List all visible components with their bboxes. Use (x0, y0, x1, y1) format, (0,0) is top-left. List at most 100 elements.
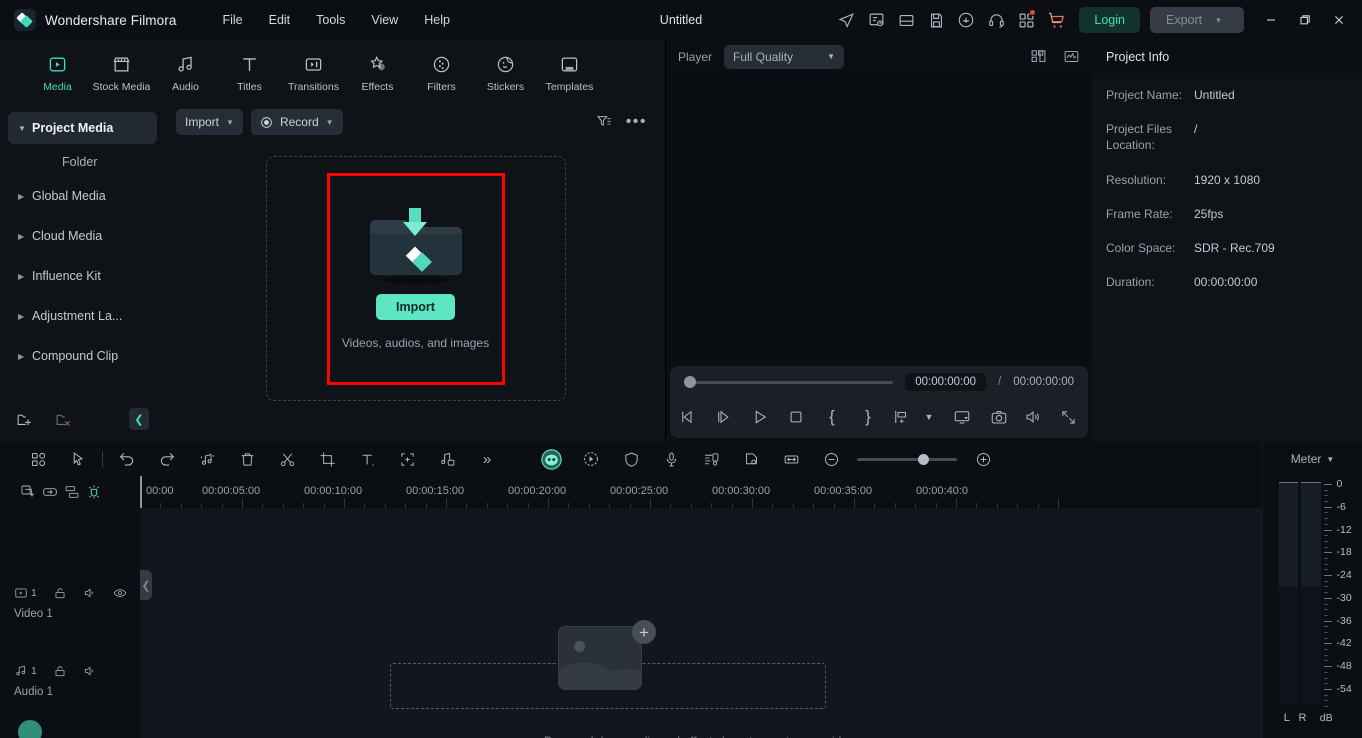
split-icon[interactable] (267, 442, 307, 476)
tree-item-adjustment-layer[interactable]: ▶ Adjustment La... (8, 300, 157, 332)
current-timecode[interactable]: 00:00:00:00 (905, 373, 987, 391)
more-chevron-icon[interactable]: » (467, 442, 507, 476)
link-icon[interactable] (42, 484, 58, 500)
tree-item-compound-clip[interactable]: ▶ Compound Clip (8, 340, 157, 372)
fit-timeline-icon[interactable] (771, 442, 811, 476)
eye-icon[interactable] (113, 586, 127, 600)
seek-handle[interactable] (684, 376, 696, 388)
export-button[interactable]: Export ▾ (1150, 7, 1244, 33)
tab-effects[interactable]: Effects (346, 50, 409, 93)
keyframe-icon[interactable] (731, 442, 771, 476)
tab-stock-media[interactable]: Stock Media (90, 50, 153, 93)
group-icon[interactable] (64, 484, 80, 500)
filter-icon[interactable] (596, 114, 612, 130)
volume-icon[interactable] (1016, 408, 1050, 426)
seek-bar[interactable] (684, 376, 894, 388)
audio-mix-icon[interactable] (427, 442, 467, 476)
quality-dropdown[interactable]: Full Quality ▼ (724, 44, 845, 69)
ai-copilot-icon[interactable] (531, 442, 571, 476)
save-icon[interactable] (921, 5, 951, 35)
menu-file[interactable]: File (210, 8, 254, 32)
collapse-panel-icon[interactable]: ❮ (129, 408, 149, 430)
mute-icon[interactable] (83, 664, 97, 678)
tree-item-global-media[interactable]: ▶ Global Media (8, 180, 157, 212)
zoom-out-icon[interactable] (811, 442, 851, 476)
speed-icon[interactable] (571, 442, 611, 476)
cart-icon[interactable] (1041, 5, 1071, 35)
tree-item-cloud-media[interactable]: ▶ Cloud Media (8, 220, 157, 252)
display-icon[interactable] (942, 408, 982, 426)
crop-icon[interactable] (307, 442, 347, 476)
support-headset-icon[interactable] (981, 5, 1011, 35)
video-preview-stage[interactable] (666, 73, 1092, 366)
audio-detach-icon[interactable] (187, 442, 227, 476)
chevron-down-icon[interactable]: ▼ (916, 412, 942, 422)
menu-tools[interactable]: Tools (304, 8, 357, 32)
timeline-zoom-slider[interactable] (857, 453, 957, 465)
mark-in-icon[interactable]: { (814, 407, 850, 427)
delete-icon[interactable] (227, 442, 267, 476)
stop-icon[interactable] (778, 408, 814, 426)
camera-icon[interactable] (982, 408, 1016, 426)
menu-help[interactable]: Help (412, 8, 462, 32)
next-frame-icon[interactable] (706, 408, 742, 426)
maximize-button[interactable] (1288, 5, 1322, 35)
playhead[interactable] (140, 476, 142, 508)
lock-icon[interactable] (53, 664, 67, 678)
play-icon[interactable] (742, 408, 778, 426)
tab-media[interactable]: Media (26, 50, 89, 93)
add-track-icon[interactable] (20, 484, 36, 500)
auto-reframe-icon[interactable] (387, 442, 427, 476)
text-icon[interactable] (347, 442, 387, 476)
tracks-area[interactable]: ❮ + Drag and drop media and effects here… (140, 508, 1262, 738)
menu-edit[interactable]: Edit (257, 8, 303, 32)
import-dropdown-button[interactable]: Import ▼ (176, 109, 243, 135)
tab-stickers[interactable]: Stickers (474, 50, 537, 93)
markers-icon[interactable] (691, 442, 731, 476)
zoom-slider-handle[interactable] (918, 453, 929, 465)
meter-dropdown[interactable]: Meter ▼ (1263, 442, 1362, 476)
timeline-canvas[interactable]: 00:00 00:00:05:00 00:00:10:00 00:00:15:0… (140, 476, 1262, 738)
waveform-icon[interactable] (1063, 48, 1080, 65)
close-button[interactable] (1322, 5, 1356, 35)
voiceover-icon[interactable] (651, 442, 691, 476)
audio-track-icon[interactable]: 1 (14, 664, 37, 678)
select-tool-icon[interactable] (58, 442, 98, 476)
layout-icon[interactable] (891, 5, 921, 35)
zoom-in-icon[interactable] (963, 442, 1003, 476)
new-folder-icon[interactable] (16, 411, 33, 428)
mark-out-icon[interactable]: } (850, 407, 886, 427)
tasks-icon[interactable] (861, 5, 891, 35)
tab-titles[interactable]: Titles (218, 50, 281, 93)
magnet-snap-icon[interactable] (86, 484, 102, 500)
tree-item-project-media[interactable]: ▼ Project Media (8, 112, 157, 144)
prev-frame-icon[interactable] (670, 408, 706, 426)
import-button[interactable]: Import (376, 293, 455, 320)
add-media-plus-icon[interactable]: + (632, 620, 656, 644)
tab-audio[interactable]: Audio (154, 50, 217, 93)
grid-icon[interactable] (18, 442, 58, 476)
lock-icon[interactable] (53, 586, 67, 600)
fullscreen-icon[interactable] (1050, 409, 1086, 426)
mute-icon[interactable] (83, 586, 97, 600)
more-options-icon[interactable]: ••• (626, 113, 647, 131)
tab-templates[interactable]: Templates (538, 50, 601, 93)
minimize-button[interactable] (1254, 5, 1288, 35)
tab-transitions[interactable]: Transitions (282, 50, 345, 93)
tree-item-influence-kit[interactable]: ▶ Influence Kit (8, 260, 157, 292)
tree-subitem-folder[interactable]: Folder (0, 148, 165, 176)
send-icon[interactable] (831, 5, 861, 35)
apps-grid-icon[interactable] (1011, 5, 1041, 35)
undo-icon[interactable] (107, 442, 147, 476)
timeline-ruler[interactable]: 00:00 00:00:05:00 00:00:10:00 00:00:15:0… (140, 476, 1262, 508)
record-dropdown-button[interactable]: Record ▼ (250, 109, 343, 135)
video-track-icon[interactable]: 1 (14, 586, 37, 600)
tab-filters[interactable]: Filters (410, 50, 473, 93)
mask-icon[interactable] (611, 442, 651, 476)
login-button[interactable]: Login (1079, 7, 1140, 33)
redo-icon[interactable] (147, 442, 187, 476)
snapshot-track-icon[interactable] (886, 408, 916, 426)
cloud-upload-icon[interactable] (951, 5, 981, 35)
timeline-scroll-handle[interactable]: ❮ (140, 570, 152, 600)
menu-view[interactable]: View (359, 8, 410, 32)
